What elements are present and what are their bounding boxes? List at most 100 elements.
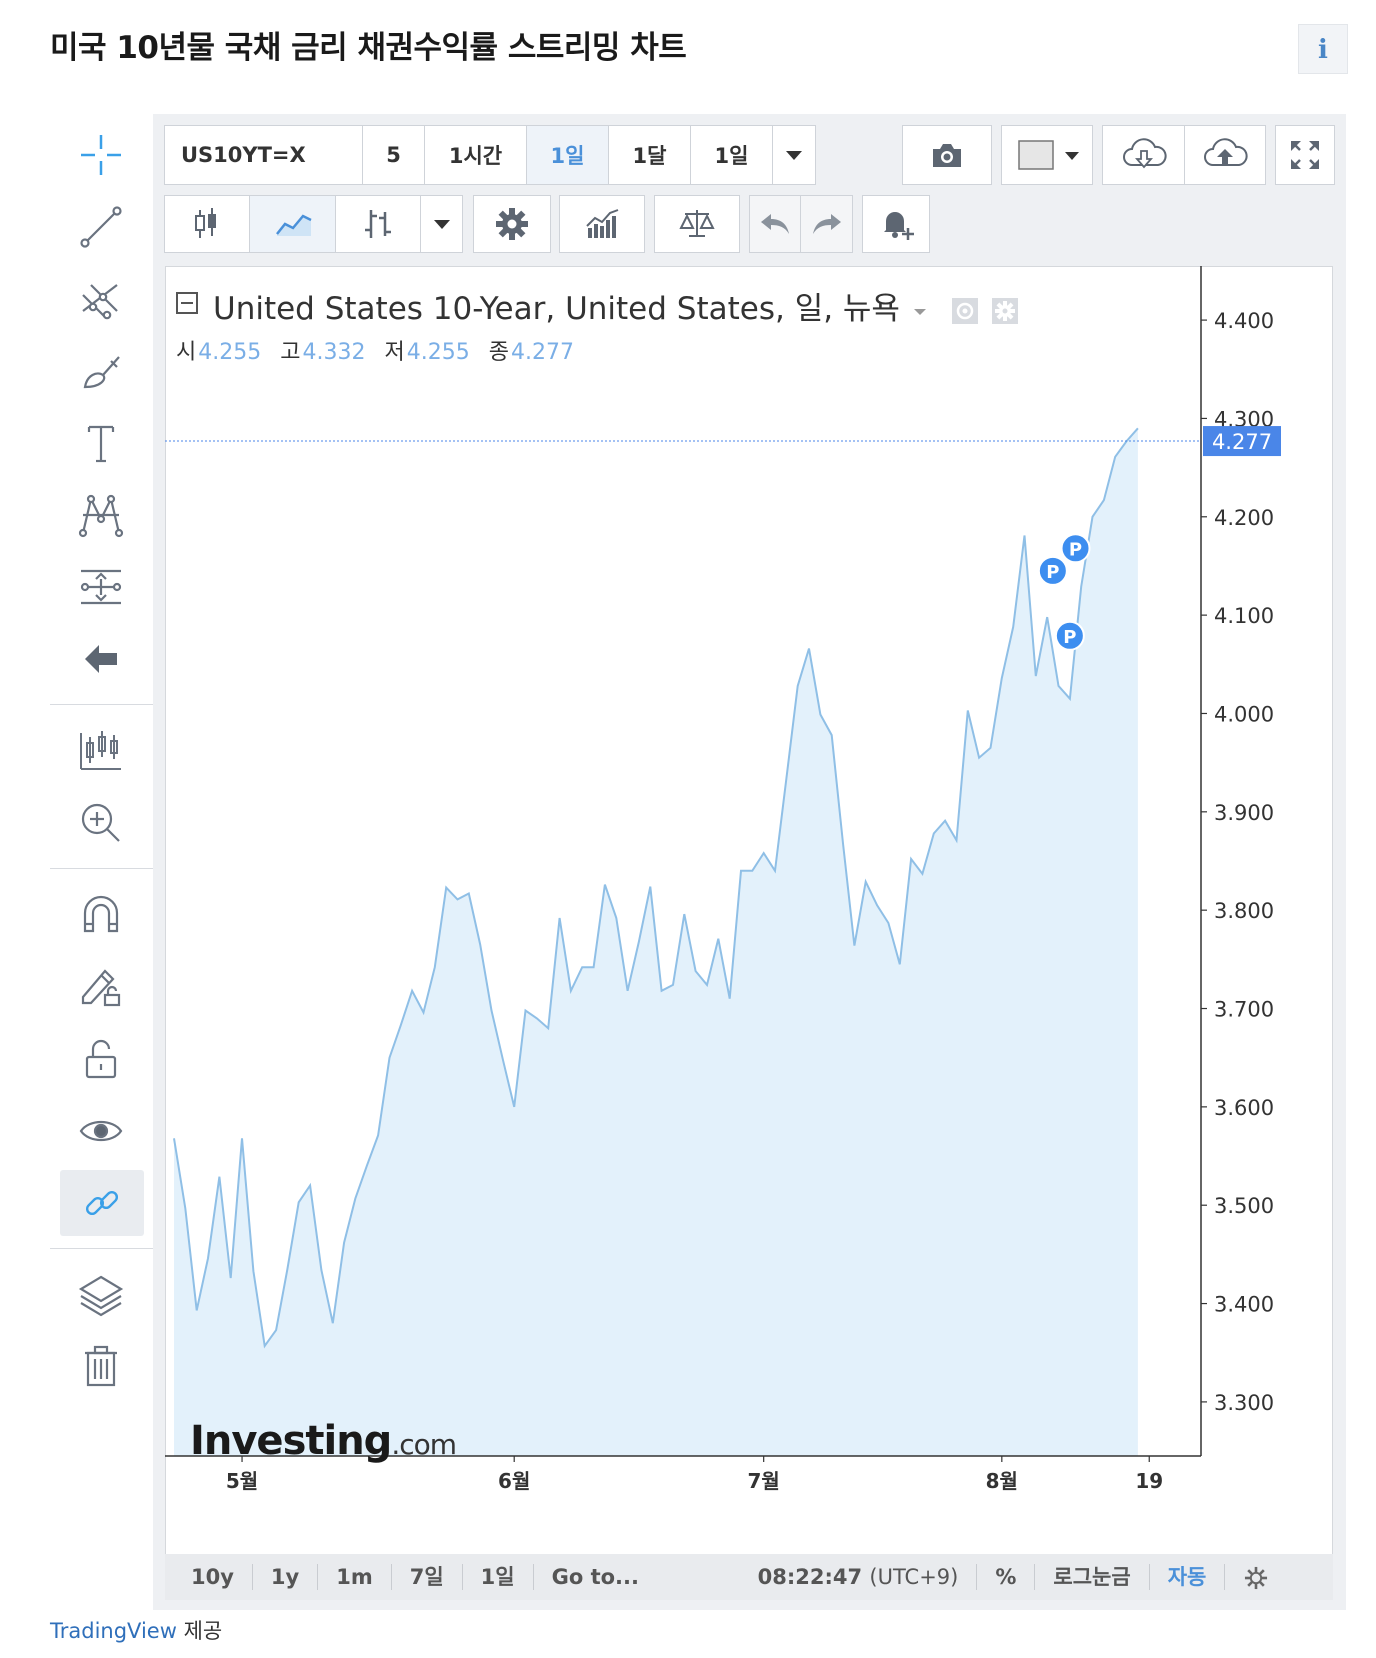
interval-toolbar: US10YT=X 5 1시간 1일 1달 1일	[164, 125, 816, 185]
chevron-down-icon[interactable]	[910, 301, 930, 321]
close-value: 4.277	[510, 340, 574, 365]
color-toolbar	[1001, 125, 1093, 185]
low-value: 4.255	[406, 340, 470, 365]
undo-button[interactable]	[750, 196, 801, 252]
interval-1m[interactable]: 1달	[609, 126, 691, 184]
range-7d[interactable]: 7일	[392, 1564, 463, 1590]
measure-icon[interactable]	[76, 562, 126, 612]
trend-line-icon[interactable]	[76, 202, 126, 252]
info-icon[interactable]: i	[1298, 24, 1348, 74]
credit: TradingView 제공	[50, 1615, 222, 1645]
bars-icon	[365, 210, 392, 238]
legend-title: United States 10-Year, United States, 일,…	[213, 283, 1020, 328]
investing-logo: Investing.com	[190, 1418, 457, 1464]
interval-5[interactable]: 5	[363, 126, 425, 184]
pattern-icon[interactable]	[76, 490, 126, 540]
add-alert-button[interactable]	[863, 196, 929, 252]
fullscreen-toolbar	[1275, 125, 1335, 185]
percent-toggle[interactable]: %	[977, 1564, 1036, 1590]
alert-toolbar	[862, 195, 930, 253]
cloud-download-button[interactable]	[1103, 126, 1185, 184]
undo-redo-toolbar	[749, 195, 853, 253]
indicators-button[interactable]	[560, 196, 644, 252]
high-label: 고	[280, 340, 301, 365]
settings-button[interactable]	[474, 196, 550, 252]
goto-button[interactable]: Go to...	[534, 1564, 690, 1590]
gear-icon	[1245, 1566, 1268, 1589]
area-chart-button[interactable]	[250, 196, 336, 252]
drawing-toolbar	[50, 114, 153, 1474]
link-icon[interactable]	[60, 1170, 144, 1236]
open-label: 시	[176, 340, 197, 365]
gear-icon[interactable]	[990, 296, 1020, 326]
redo-icon	[812, 214, 841, 234]
high-value: 4.332	[302, 340, 366, 365]
clock-timezone: (UTC+9)	[869, 1565, 959, 1589]
fullscreen-button[interactable]	[1276, 126, 1334, 184]
range-1d[interactable]: 1일	[463, 1564, 534, 1590]
pitchfork-icon[interactable]	[76, 274, 126, 324]
bottom-toolbar: 10y 1y 1m 7일 1일 Go to... 08:22:47 (UTC+9…	[165, 1554, 1333, 1600]
magnet-icon[interactable]	[76, 890, 126, 940]
compare-button[interactable]	[655, 196, 739, 252]
pencil-lock-icon[interactable]	[76, 962, 126, 1012]
cloud-upload-icon	[1204, 138, 1248, 166]
open-value: 4.255	[198, 340, 262, 365]
brush-icon[interactable]	[76, 346, 126, 396]
undo-icon	[761, 214, 789, 234]
logo-suffix: .com	[391, 1428, 457, 1461]
chart-settings-button[interactable]	[1225, 1564, 1287, 1591]
text-tool-icon[interactable]	[76, 418, 126, 468]
unlock-icon[interactable]	[76, 1034, 126, 1084]
interval-1h[interactable]: 1시간	[425, 126, 527, 184]
gear-icon	[496, 208, 528, 240]
ohlc-readout: 시4.255 고4.332 저4.255 종4.277	[176, 334, 586, 366]
tradingview-link[interactable]: TradingView	[50, 1619, 177, 1643]
range-1y[interactable]: 1y	[253, 1564, 319, 1590]
interval-1d-alt[interactable]: 1일	[691, 126, 773, 184]
auto-scale-toggle[interactable]: 자동	[1150, 1564, 1226, 1590]
indicators-icon	[586, 209, 619, 238]
range-1m[interactable]: 1m	[318, 1564, 392, 1590]
compare-toolbar	[654, 195, 740, 253]
candles-button[interactable]	[165, 196, 251, 252]
close-label: 종	[488, 340, 509, 365]
log-scale-toggle[interactable]: 로그눈금	[1035, 1564, 1150, 1590]
eye-icon[interactable]	[76, 1106, 126, 1156]
trash-icon[interactable]	[76, 1342, 126, 1392]
screenshot-toolbar	[902, 125, 992, 185]
clock-time: 08:22:47	[757, 1565, 863, 1589]
interval-1d[interactable]: 1일	[527, 126, 609, 184]
chart-type-dropdown[interactable]	[421, 196, 462, 252]
arrow-left-icon[interactable]	[76, 634, 126, 684]
crosshair-icon[interactable]	[76, 130, 126, 180]
interval-dropdown[interactable]	[773, 126, 815, 184]
zoom-in-icon[interactable]	[76, 798, 126, 848]
chevron-down-icon	[786, 151, 802, 160]
range-10y[interactable]: 10y	[165, 1564, 253, 1590]
redo-button[interactable]	[801, 196, 852, 252]
low-label: 저	[384, 340, 405, 365]
logo-brand: Investing	[190, 1418, 392, 1464]
scale-icon	[679, 210, 715, 237]
clock-readout: 08:22:47 (UTC+9)	[740, 1564, 978, 1590]
symbol-field[interactable]: US10YT=X	[165, 126, 363, 184]
cloud-download-icon	[1122, 138, 1167, 169]
chart-pane[interactable]	[165, 266, 1333, 1556]
chevron-down-icon	[433, 220, 450, 229]
fullscreen-icon	[1291, 141, 1319, 169]
bars-button[interactable]	[336, 196, 422, 252]
color-dropdown[interactable]	[1002, 126, 1092, 184]
indicators-toolbar	[559, 195, 645, 253]
collapse-legend-icon[interactable]	[176, 292, 198, 314]
camera-button[interactable]	[903, 126, 991, 184]
candles-icon	[195, 208, 217, 238]
indicator-chart-icon[interactable]	[76, 726, 126, 776]
layers-icon[interactable]	[76, 1270, 126, 1320]
credit-suffix: 제공	[183, 1619, 223, 1643]
color-swatch-icon	[1018, 140, 1079, 170]
settings-toolbar	[473, 195, 551, 253]
eye-toggle-icon[interactable]	[950, 296, 980, 326]
camera-icon	[933, 144, 961, 167]
cloud-upload-button[interactable]	[1185, 126, 1265, 184]
